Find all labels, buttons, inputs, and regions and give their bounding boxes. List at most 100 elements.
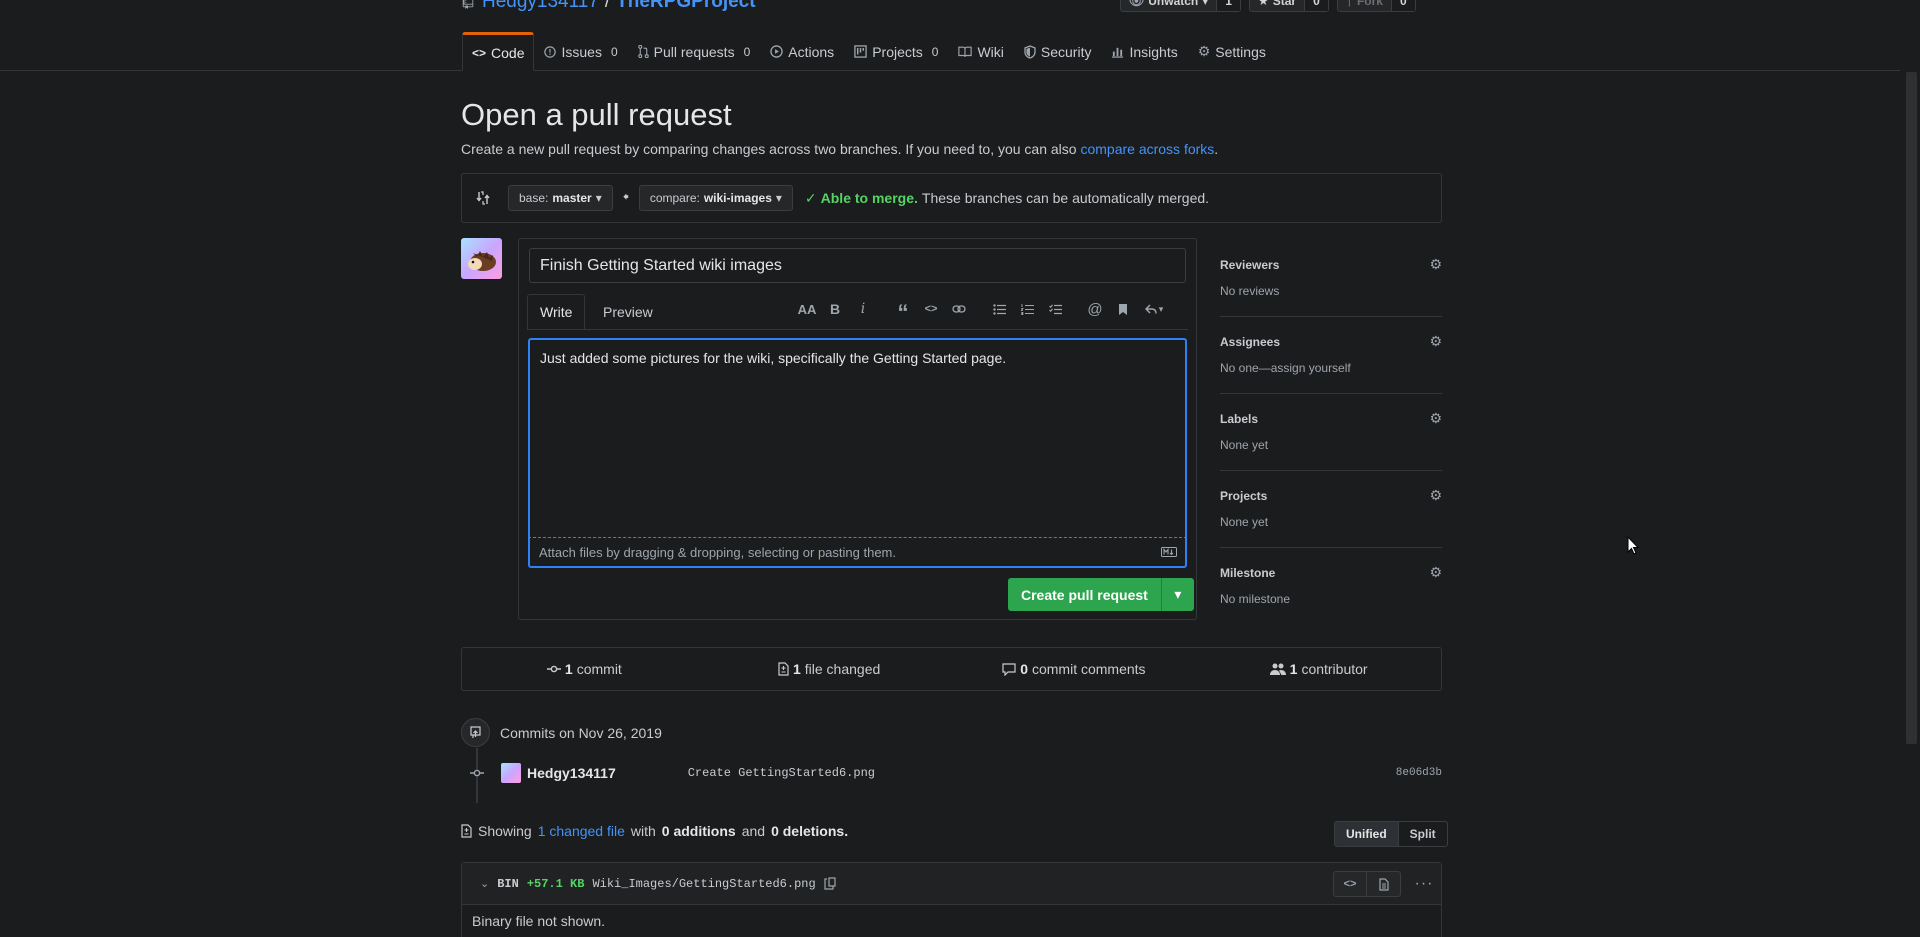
saved-replies-button[interactable]: ▾ xyxy=(1137,298,1171,320)
task-list-button[interactable] xyxy=(1041,298,1069,320)
bookmark-icon xyxy=(1118,303,1128,316)
file-diff-icon xyxy=(778,662,789,676)
code-button[interactable]: <> xyxy=(917,298,945,320)
chevron-down-icon: ▾ xyxy=(1174,586,1182,602)
fork-icon: ᛉ xyxy=(1345,0,1353,8)
watch-button[interactable]: 👁 Unwatch ▾ 1 xyxy=(1120,0,1241,12)
fork-count[interactable]: 0 xyxy=(1390,0,1415,11)
numbered-list-button[interactable] xyxy=(1013,298,1041,320)
display-source-button[interactable]: <> xyxy=(1333,871,1367,897)
issues-count: 0 xyxy=(610,44,618,59)
pull-requests-count: 0 xyxy=(743,44,751,59)
create-pull-request-button[interactable]: Create pull request ▾ xyxy=(1008,578,1194,611)
graph-icon xyxy=(1111,46,1124,58)
pr-body-textarea[interactable]: Just added some pictures for the wiki, s… xyxy=(528,338,1187,538)
repo-name-link[interactable]: TheRPGProject xyxy=(616,0,755,13)
commit-message-link[interactable]: Create GettingStarted6.png xyxy=(688,766,875,780)
tab-projects[interactable]: Projects 0 xyxy=(844,32,948,71)
file-path-link[interactable]: Wiki_Images/GettingStarted6.png xyxy=(592,877,815,891)
bold-button[interactable]: B xyxy=(821,298,849,320)
page-subtitle: Create a new pull request by comparing c… xyxy=(461,141,1219,157)
attach-files-dropzone[interactable]: Attach files by dragging & dropping, sel… xyxy=(528,538,1187,568)
gear-icon[interactable]: ⚙ xyxy=(1429,410,1442,427)
eye-icon: 👁 xyxy=(1129,0,1145,8)
reference-button[interactable] xyxy=(1109,298,1137,320)
commit-sha-link[interactable]: 8e06d3b xyxy=(1396,767,1442,779)
file-actions: <> ··· xyxy=(1333,871,1441,897)
watch-count[interactable]: 1 xyxy=(1216,0,1240,11)
unified-view-button[interactable]: Unified xyxy=(1335,822,1399,846)
merge-status: ✓ Able to merge. These branches can be a… xyxy=(804,189,1210,207)
star-button[interactable]: ★ Star 0 xyxy=(1248,0,1329,12)
create-options-dropdown[interactable]: ▾ xyxy=(1162,578,1194,611)
link-button[interactable] xyxy=(945,298,973,320)
commit-author-link[interactable]: Hedgy134117 xyxy=(527,765,616,781)
sidebar-reviewers: Reviewers No reviews ⚙ xyxy=(1220,240,1442,317)
tab-insights[interactable]: Insights xyxy=(1101,32,1187,71)
gear-icon: ⚙ xyxy=(1197,43,1211,59)
repo-tabs: <> Code Issues 0 Pull requests 0 Actions P… xyxy=(462,32,1276,71)
avatar[interactable] xyxy=(461,238,502,279)
avatar[interactable] xyxy=(501,763,521,783)
list-ordered-icon xyxy=(1020,303,1034,315)
star-count[interactable]: 0 xyxy=(1304,0,1328,11)
repo-owner-link[interactable]: Hedgy134117 xyxy=(482,0,599,13)
more-options-icon[interactable]: ··· xyxy=(1407,871,1441,897)
git-commit-icon xyxy=(470,769,484,777)
arrow-left-icon: 🠸 xyxy=(622,189,629,204)
scrollbar-thumb[interactable] xyxy=(1906,72,1917,744)
compare-branch-select[interactable]: compare: wiki-images ▾ xyxy=(638,185,793,211)
fork-button[interactable]: ᛉ Fork 0 xyxy=(1336,0,1416,12)
tab-security[interactable]: Security xyxy=(1014,32,1102,71)
tab-write[interactable]: Write xyxy=(527,294,586,330)
sidebar-assignees: Assignees No one—assign yourself ⚙ xyxy=(1220,317,1442,394)
display-rich-button[interactable] xyxy=(1367,871,1401,897)
play-icon xyxy=(770,45,783,58)
gear-icon[interactable]: ⚙ xyxy=(1429,333,1442,350)
gear-icon[interactable]: ⚙ xyxy=(1429,256,1442,273)
book-icon xyxy=(958,46,973,58)
tab-divider xyxy=(527,329,1188,330)
commit-comments-stat[interactable]: 0 commit comments xyxy=(952,661,1197,677)
clipboard-icon[interactable] xyxy=(824,877,836,890)
file-icon xyxy=(1378,877,1389,891)
issue-icon xyxy=(544,45,557,58)
pr-title-input[interactable]: Finish Getting Started wiki images xyxy=(529,248,1186,283)
contributors-stat[interactable]: 1 contributor xyxy=(1196,661,1441,677)
file-header: ⌄ BIN +57.1 KB Wiki_Images/GettingStarte… xyxy=(462,863,1441,905)
diff-summary: Showing 1 changed file with 0 additions … xyxy=(461,823,848,839)
tab-wiki[interactable]: Wiki xyxy=(948,32,1013,71)
pull-request-icon xyxy=(637,45,649,58)
bullet-list-button[interactable] xyxy=(985,298,1013,320)
italic-button[interactable]: i xyxy=(849,298,877,320)
gear-icon[interactable]: ⚙ xyxy=(1429,564,1442,581)
split-view-button[interactable]: Split xyxy=(1399,822,1447,846)
quote-button[interactable]: “ xyxy=(889,298,917,324)
chevron-down-icon[interactable]: ⌄ xyxy=(480,877,489,890)
repo-actions: 👁 Unwatch ▾ 1 ★ Star 0 ᛉ Fork 0 xyxy=(1120,0,1416,12)
sidebar-labels: Labels None yet ⚙ xyxy=(1220,394,1442,471)
markdown-toolbar: AA B i “ <> @ ▾ xyxy=(793,298,1171,324)
sidebar-milestone: Milestone No milestone ⚙ xyxy=(1220,564,1442,606)
mention-button[interactable]: @ xyxy=(1081,298,1109,320)
heading-button[interactable]: AA xyxy=(793,298,821,320)
changed-files-link[interactable]: 1 changed file xyxy=(538,823,625,839)
star-icon: ★ xyxy=(1257,0,1269,8)
tab-issues[interactable]: Issues 0 xyxy=(534,32,627,71)
reply-icon: ▾ xyxy=(1144,304,1163,315)
gear-icon[interactable]: ⚙ xyxy=(1429,487,1442,504)
commits-stat[interactable]: 1 commit xyxy=(462,661,707,677)
tab-settings[interactable]: ⚙ Settings xyxy=(1188,32,1276,71)
tab-code[interactable]: <> Code xyxy=(462,32,535,71)
base-branch-select[interactable]: base: master ▾ xyxy=(508,185,613,211)
tasklist-icon xyxy=(1048,303,1062,315)
binary-file-notice: Binary file not shown. xyxy=(472,913,606,929)
tab-preview[interactable]: Preview xyxy=(591,294,665,330)
check-icon: ✓ xyxy=(804,189,817,206)
tab-actions[interactable]: Actions xyxy=(760,32,844,71)
code-icon: <> xyxy=(924,303,938,315)
repo-push-icon xyxy=(461,718,490,747)
files-changed-stat[interactable]: 1 file changed xyxy=(707,661,952,677)
compare-across-forks-link[interactable]: compare across forks xyxy=(1080,141,1214,157)
tab-pull-requests[interactable]: Pull requests 0 xyxy=(628,32,761,71)
